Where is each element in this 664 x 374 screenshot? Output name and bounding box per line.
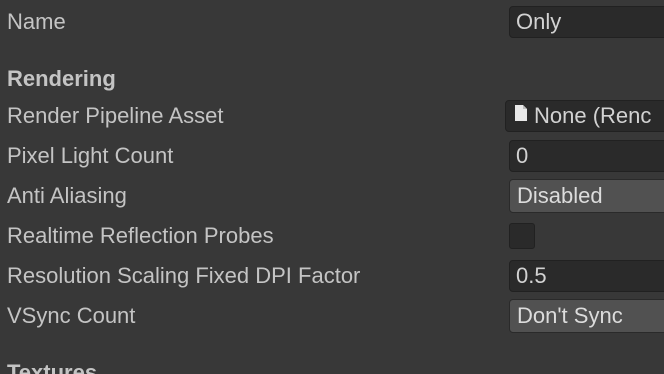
pixel-light-count-row: Pixel Light Count 0: [0, 136, 664, 176]
realtime-reflection-probes-row: Realtime Reflection Probes: [0, 216, 664, 256]
vsync-count-row: VSync Count Don't Sync: [0, 296, 664, 336]
realtime-reflection-probes-label: Realtime Reflection Probes: [7, 223, 274, 248]
rendering-section-header: Rendering: [7, 66, 116, 91]
name-label: Name: [7, 9, 66, 34]
render-pipeline-asset-value: None (Renc: [534, 103, 652, 128]
anti-aliasing-row: Anti Aliasing Disabled: [0, 176, 664, 216]
resolution-scaling-row: Resolution Scaling Fixed DPI Factor 0.5: [0, 256, 664, 296]
document-icon: [514, 101, 528, 130]
vsync-count-dropdown[interactable]: Don't Sync: [509, 299, 664, 333]
textures-section-header: Textures: [7, 360, 98, 374]
realtime-reflection-probes-checkbox[interactable]: [509, 223, 535, 249]
render-pipeline-asset-row: Render Pipeline Asset None (Renc: [0, 96, 664, 136]
anti-aliasing-dropdown[interactable]: Disabled: [509, 179, 664, 213]
name-row: Name Only: [0, 2, 664, 42]
pixel-light-count-field[interactable]: 0: [509, 140, 664, 172]
render-pipeline-asset-label: Render Pipeline Asset: [7, 103, 224, 128]
render-pipeline-asset-field[interactable]: None (Renc: [505, 100, 664, 132]
resolution-scaling-field[interactable]: 0.5: [509, 260, 664, 292]
pixel-light-count-label: Pixel Light Count: [7, 143, 174, 168]
name-field[interactable]: Only: [509, 6, 664, 38]
vsync-count-label: VSync Count: [7, 303, 136, 328]
quality-settings-panel: Name Only Rendering Render Pipeline Asse…: [0, 0, 664, 374]
anti-aliasing-label: Anti Aliasing: [7, 183, 127, 208]
resolution-scaling-label: Resolution Scaling Fixed DPI Factor: [7, 263, 361, 288]
